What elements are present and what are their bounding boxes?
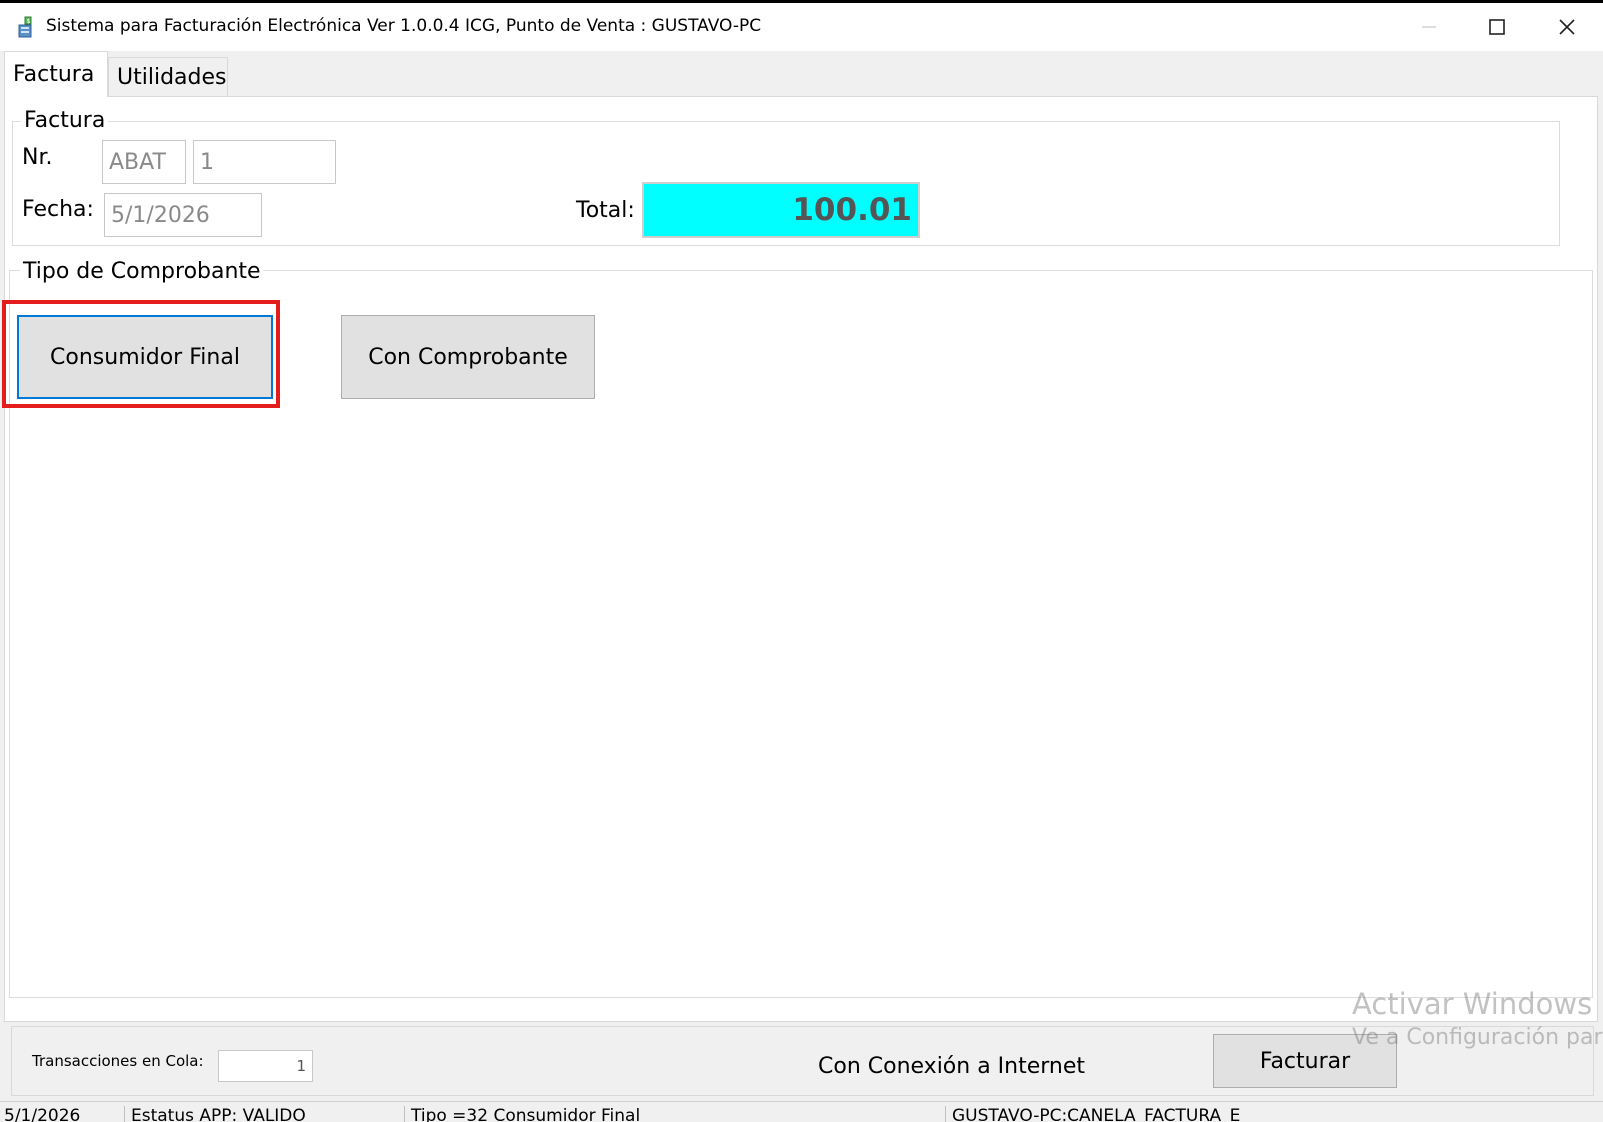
app-window: $ Sistema para Facturación Electrónica V… [0, 3, 1603, 1122]
minimize-icon [1422, 26, 1436, 28]
factura-groupbox: Factura Nr. Fecha: Total: [12, 108, 1560, 246]
total-field[interactable] [642, 182, 920, 238]
transacciones-label: Transacciones en Cola: [32, 1052, 204, 1070]
nr-label: Nr. [22, 145, 53, 170]
window-title: Sistema para Facturación Electrónica Ver… [46, 16, 762, 36]
title-bar[interactable]: $ Sistema para Facturación Electrónica V… [0, 3, 1603, 51]
tipo-comprobante-title: Tipo de Comprobante [20, 259, 264, 285]
bottom-panel: Transacciones en Cola: Con Conexión a In… [11, 1026, 1594, 1096]
status-tipo: Tipo =32 Consumidor Final [404, 1106, 640, 1122]
total-label: Total: [576, 198, 635, 223]
tab-strip: Factura Utilidades [0, 51, 1603, 97]
app-icon: $ [18, 16, 32, 38]
con-comprobante-button[interactable]: Con Comprobante [341, 315, 595, 399]
close-icon [1559, 19, 1575, 35]
tab-factura[interactable]: Factura [4, 51, 108, 97]
status-origen: GUSTAVO-PC:CANELA_FACTURA_E [945, 1106, 1240, 1122]
status-bar: 5/1/2026 Estatus APP: VALIDO Tipo =32 Co… [0, 1101, 1603, 1122]
serie-field[interactable] [102, 140, 186, 184]
conexion-status: Con Conexión a Internet [818, 1054, 1086, 1079]
svg-text:$: $ [27, 18, 31, 25]
minimize-button[interactable] [1396, 3, 1462, 51]
status-estatus: Estatus APP: VALIDO [124, 1106, 306, 1122]
factura-group-title: Factura [21, 108, 109, 134]
transacciones-field[interactable] [218, 1050, 313, 1082]
fecha-label: Fecha: [22, 197, 94, 222]
facturar-button[interactable]: Facturar [1213, 1034, 1397, 1088]
tab-page-factura: Factura Nr. Fecha: Total: Tipo de Compro… [4, 96, 1598, 1022]
consumidor-final-button[interactable]: Consumidor Final [17, 315, 273, 399]
tab-utilidades[interactable]: Utilidades [108, 57, 228, 97]
numero-field[interactable] [193, 140, 336, 184]
close-button[interactable] [1534, 3, 1600, 51]
fecha-field[interactable] [104, 193, 262, 237]
maximize-icon [1489, 19, 1505, 35]
maximize-button[interactable] [1464, 3, 1530, 51]
status-fecha: 5/1/2026 [4, 1106, 81, 1122]
